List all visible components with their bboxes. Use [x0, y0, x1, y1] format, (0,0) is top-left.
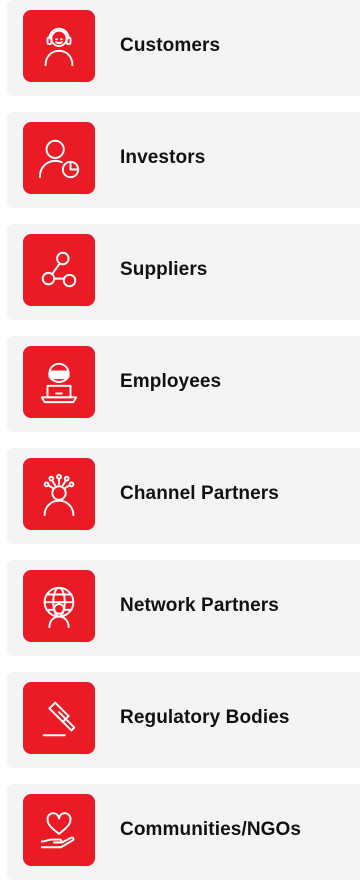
- stakeholder-label: Network Partners: [120, 595, 279, 616]
- gavel-icon: [23, 682, 95, 754]
- stakeholder-label: Channel Partners: [120, 483, 279, 504]
- stakeholder-card-network-partners[interactable]: Network Partners: [7, 560, 360, 656]
- stakeholder-card-employees[interactable]: Employees: [7, 336, 360, 432]
- stakeholder-label: Customers: [120, 35, 221, 56]
- stakeholder-card-suppliers[interactable]: Suppliers: [7, 224, 360, 320]
- supplier-network-icon: [23, 234, 95, 306]
- stakeholder-card-investors[interactable]: Investors: [7, 112, 360, 208]
- stakeholder-card-customers[interactable]: Customers: [7, 0, 360, 96]
- network-partner-globe-icon: [23, 570, 95, 642]
- stakeholder-label: Investors: [120, 147, 206, 168]
- customer-headset-icon: [23, 10, 95, 82]
- stakeholder-label: Suppliers: [120, 259, 208, 280]
- stakeholder-card-regulatory-bodies[interactable]: Regulatory Bodies: [7, 672, 360, 768]
- stakeholder-label: Regulatory Bodies: [120, 707, 290, 728]
- stakeholder-label: Communities/NGOs: [120, 819, 302, 840]
- heart-hand-icon: [23, 794, 95, 866]
- channel-partner-network-icon: [23, 458, 95, 530]
- investor-chart-icon: [23, 122, 95, 194]
- stakeholder-label: Employees: [120, 371, 222, 392]
- employee-laptop-icon: [23, 346, 95, 418]
- stakeholder-card-channel-partners[interactable]: Channel Partners: [7, 448, 360, 544]
- stakeholder-card-communities-ngos[interactable]: Communities/NGOs: [7, 784, 360, 880]
